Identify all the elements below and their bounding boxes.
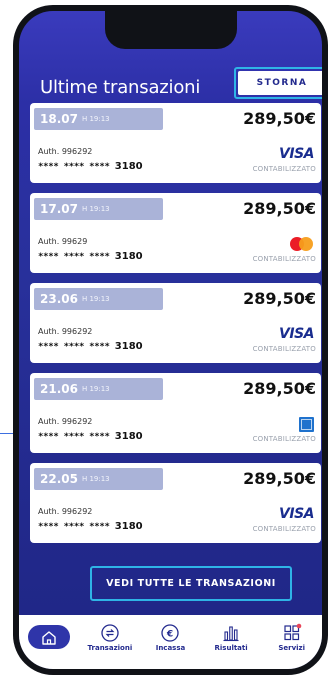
status-label: CONTABILIZZATO — [252, 165, 316, 173]
card-last-digits: 3180 — [114, 431, 143, 442]
bar-chart-icon — [223, 626, 239, 642]
transaction-time: H 19:13 — [81, 295, 110, 303]
app-screen: Ultime transazioni STORNA 18.07 H 19:13 … — [19, 11, 322, 669]
date-pill: 22.05 H 19:13 — [34, 468, 163, 490]
transaction-time: H 19:13 — [81, 115, 110, 123]
tab-label: Servizi — [278, 644, 306, 652]
tab-home[interactable] — [19, 623, 80, 649]
transaction-card[interactable]: 23.06 H 19:13 289,50€ Auth. 996292 **** … — [30, 283, 321, 363]
auth-code: Auth. 996292 — [38, 327, 93, 336]
auth-code: Auth. 996292 — [38, 417, 93, 426]
transaction-card[interactable]: 22.05 H 19:13 289,50€ Auth. 996292 **** … — [30, 463, 321, 543]
euro-icon: € — [161, 624, 180, 642]
status-label: CONTABILIZZATO — [252, 435, 316, 443]
transaction-amount: 289,50€ — [243, 379, 316, 398]
card-last-digits: 3180 — [114, 341, 143, 352]
notification-badge — [296, 623, 301, 629]
card-number: **** **** **** 3180 — [38, 341, 143, 352]
transactions-list: 18.07 H 19:13 289,50€ Auth. 996292 **** … — [30, 103, 321, 553]
date-pill: 21.06 H 19:13 — [34, 378, 163, 400]
card-mask: **** **** **** — [38, 252, 110, 262]
card-number: **** **** **** 3180 — [38, 431, 143, 442]
card-number: **** **** **** 3180 — [38, 251, 143, 262]
tab-servizi[interactable]: Servizi — [261, 623, 322, 652]
tab-label: Risultati — [214, 644, 248, 652]
visa-logo: VISA — [279, 326, 314, 342]
transaction-date: 17.07 — [40, 202, 78, 216]
grid-icon — [284, 623, 301, 641]
card-last-digits: 3180 — [114, 521, 143, 532]
home-pill — [28, 625, 71, 649]
visa-wordmark: VISA — [279, 326, 314, 342]
auth-code: Auth. 996292 — [38, 507, 93, 516]
card-last-digits: 3180 — [114, 161, 143, 172]
transaction-amount: 289,50€ — [243, 469, 316, 488]
transaction-card[interactable]: 21.06 H 19:13 289,50€ Auth. 996292 **** … — [30, 373, 321, 453]
transaction-amount: 289,50€ — [243, 289, 316, 308]
date-pill: 18.07 H 19:13 — [34, 108, 163, 130]
amex-logo — [299, 416, 314, 432]
card-mask: **** **** **** — [38, 522, 110, 532]
transaction-date: 23.06 — [40, 292, 78, 306]
mastercard-logo — [290, 236, 314, 252]
date-pill: 23.06 H 19:13 — [34, 288, 163, 310]
transaction-date: 22.05 — [40, 472, 78, 486]
storna-highlight: STORNA — [234, 67, 322, 99]
transaction-amount: 289,50€ — [243, 109, 316, 128]
card-mask: **** **** **** — [38, 162, 110, 172]
auth-code: Auth. 996292 — [38, 147, 93, 156]
visa-wordmark: VISA — [279, 146, 314, 162]
transaction-time: H 19:13 — [81, 475, 110, 483]
tab-transazioni[interactable]: Transazioni — [80, 623, 141, 652]
tab-risultati[interactable]: Risultati — [201, 623, 262, 652]
all-transactions-highlight: VEDI TUTTE LE TRANSAZIONI — [90, 566, 292, 601]
auth-code: Auth. 99629 — [38, 237, 88, 246]
all-transactions-button[interactable]: VEDI TUTTE LE TRANSAZIONI — [106, 578, 276, 589]
visa-wordmark: VISA — [279, 506, 314, 522]
phone-notch — [105, 11, 237, 49]
status-label: CONTABILIZZATO — [252, 255, 316, 263]
page-title: Ultime transazioni — [40, 77, 201, 98]
card-number: **** **** **** 3180 — [38, 521, 143, 532]
tab-label: Incassa — [155, 644, 186, 652]
home-icon — [42, 630, 56, 645]
card-number: **** **** **** 3180 — [38, 161, 143, 172]
visa-logo: VISA — [279, 506, 314, 522]
tab-label: Transazioni — [87, 644, 133, 652]
transaction-time: H 19:13 — [81, 205, 110, 213]
transaction-date: 21.06 — [40, 382, 78, 396]
transaction-time: H 19:13 — [81, 385, 110, 393]
status-label: CONTABILIZZATO — [252, 345, 316, 353]
card-last-digits: 3180 — [114, 251, 143, 262]
card-mask: **** **** **** — [38, 342, 110, 352]
transaction-card[interactable]: 18.07 H 19:13 289,50€ Auth. 996292 **** … — [30, 103, 321, 183]
status-label: CONTABILIZZATO — [252, 525, 316, 533]
date-pill: 17.07 H 19:13 — [34, 198, 163, 220]
storna-button[interactable]: STORNA — [238, 71, 322, 95]
svg-text:€: € — [166, 630, 173, 640]
transaction-card[interactable]: 17.07 H 19:13 289,50€ Auth. 99629 **** *… — [30, 193, 321, 273]
transactions-icon — [101, 624, 119, 642]
transaction-date: 18.07 — [40, 112, 78, 126]
bottom-tab-bar: Transazioni € Incassa Risultati Servizi — [19, 615, 322, 669]
transaction-amount: 289,50€ — [243, 199, 316, 218]
phone-frame: Ultime transazioni STORNA 18.07 H 19:13 … — [13, 5, 328, 675]
card-mask: **** **** **** — [38, 432, 110, 442]
tab-incassa[interactable]: € Incassa — [140, 623, 201, 652]
visa-logo: VISA — [279, 146, 314, 162]
